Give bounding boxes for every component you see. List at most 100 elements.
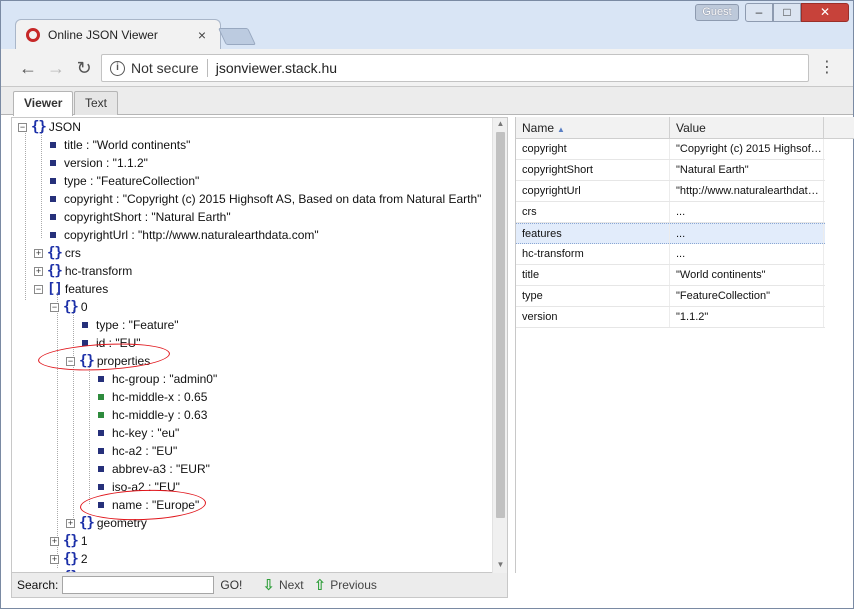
go-button[interactable]: GO!: [220, 578, 242, 592]
grid-row[interactable]: copyright"Copyright (c) 2015 Highsoft AS…: [516, 139, 825, 160]
tab-close-icon[interactable]: ×: [194, 27, 210, 43]
previous-button[interactable]: Previous: [330, 578, 377, 592]
grid-row[interactable]: version "1.1.2": [516, 307, 825, 328]
tree-node-item-1[interactable]: + {} 1: [50, 532, 88, 550]
tree-node-item-2[interactable]: + {} 2: [50, 550, 88, 568]
tab-text[interactable]: Text: [74, 91, 119, 115]
string-value-icon: [82, 322, 88, 328]
expand-icon[interactable]: +: [50, 554, 59, 564]
tree-leaf[interactable]: version : "1.1.2": [50, 154, 148, 172]
tree-leaf[interactable]: copyrightUrl : "http://www.naturalearthd…: [50, 226, 319, 244]
expand-icon[interactable]: +: [50, 536, 59, 546]
tree-leaf-label: copyright : "Copyright (c) 2015 Highsoft…: [64, 192, 482, 206]
grid-row[interactable]: copyrightShort "Natural Earth": [516, 160, 825, 181]
tab-viewer[interactable]: Viewer: [13, 91, 74, 116]
grid-cell-value: ...: [670, 224, 824, 244]
string-value-icon: [98, 484, 104, 490]
back-arrow-icon[interactable]: ←: [17, 57, 39, 79]
grid-row[interactable]: features...: [516, 223, 825, 244]
tree-leaf[interactable]: hc-group : "admin0": [98, 370, 217, 388]
scrollbar-thumb[interactable]: [496, 132, 505, 518]
tree-leaf-label: type : "FeatureCollection": [64, 174, 200, 188]
tree-node-label: JSON: [48, 120, 81, 134]
grid-cell-name: copyrightUrl: [516, 181, 670, 201]
expand-icon[interactable]: +: [34, 248, 43, 258]
tree-leaf[interactable]: abbrev-a3 : "EUR": [98, 460, 210, 478]
new-tab-button[interactable]: [218, 28, 256, 45]
collapse-icon[interactable]: −: [18, 122, 27, 132]
close-window-button[interactable]: ✕: [801, 3, 849, 22]
grid-cell-value: "http://www.naturalearthdata.com": [670, 181, 824, 201]
tree-scrollbar[interactable]: ▲ ▼: [492, 118, 507, 573]
tree-guide-line: [57, 292, 58, 568]
up-arrow-icon[interactable]: ⇧: [314, 576, 327, 594]
grid-row[interactable]: copyrightUrl "http://www.naturalearthdata…: [516, 181, 825, 202]
string-value-icon: [50, 214, 56, 220]
address-bar[interactable]: i Not secure jsonviewer.stack.hu: [101, 54, 809, 82]
tree-leaf-label: copyrightShort : "Natural Earth": [64, 210, 231, 224]
browser-toolbar: ← → ↻ i Not secure jsonviewer.stack.hu ⋮: [1, 49, 853, 87]
tree-leaf[interactable]: type : "Feature": [82, 316, 179, 334]
tree-leaf-label: hc-a2 : "EU": [112, 444, 178, 458]
grid-row[interactable]: crs...: [516, 202, 825, 223]
expand-icon[interactable]: +: [66, 518, 75, 528]
down-arrow-icon[interactable]: ⇩: [262, 576, 275, 594]
string-value-icon: [50, 196, 56, 202]
string-value-icon: [98, 376, 104, 382]
sort-ascending-icon: ▲: [557, 125, 565, 134]
forward-arrow-icon[interactable]: →: [45, 57, 67, 79]
tree-leaf[interactable]: copyrightShort : "Natural Earth": [50, 208, 231, 226]
tree-guide-line: [89, 364, 90, 504]
grid-cell-name: type: [516, 286, 670, 306]
grid-row[interactable]: hc-transform...: [516, 244, 825, 265]
array-icon: []: [47, 281, 63, 297]
column-header-name[interactable]: Name ▲: [516, 117, 670, 139]
reload-icon[interactable]: ↻: [73, 57, 95, 79]
tree-leaf[interactable]: title : "World continents": [50, 136, 190, 154]
collapse-icon[interactable]: −: [50, 302, 59, 312]
tree-leaf[interactable]: hc-a2 : "EU": [98, 442, 177, 460]
info-icon[interactable]: i: [110, 60, 125, 76]
number-value-icon: [98, 394, 104, 400]
search-input[interactable]: [62, 576, 215, 594]
url-text[interactable]: jsonviewer.stack.hu: [216, 60, 337, 76]
tree-leaf[interactable]: hc-key : "eu": [98, 424, 179, 442]
grid-cell-name: features: [516, 224, 670, 244]
tree-node-features[interactable]: − [] features: [34, 280, 108, 298]
tree-leaf[interactable]: type : "FeatureCollection": [50, 172, 199, 190]
grid-row[interactable]: title "World continents": [516, 265, 825, 286]
scroll-down-icon[interactable]: ▼: [496, 560, 505, 570]
minimize-button[interactable]: –: [745, 3, 773, 22]
object-icon: {}: [63, 551, 79, 567]
grid-cell-value: ...: [670, 202, 824, 222]
column-header-value[interactable]: Value: [670, 117, 824, 139]
tree-leaf[interactable]: copyright : "Copyright (c) 2015 Highsoft…: [50, 190, 481, 208]
tree-node-item-0[interactable]: − {} 0: [50, 298, 88, 316]
object-icon: {}: [63, 533, 79, 549]
collapse-icon[interactable]: −: [34, 284, 43, 294]
tree-guide-line: [41, 130, 42, 238]
browser-tab[interactable]: Online JSON Viewer ×: [15, 19, 221, 49]
tree-node-crs[interactable]: + {} crs: [34, 244, 81, 262]
grid-cell-value: "Natural Earth": [670, 160, 824, 180]
favicon-icon: [26, 27, 40, 42]
tree-leaf[interactable]: hc-middle-x : 0.65: [98, 388, 207, 406]
kebab-menu-icon[interactable]: ⋮: [819, 58, 835, 78]
title-bar: Online JSON Viewer × Guest – □ ✕: [1, 1, 853, 49]
tree-node-hc-transform[interactable]: + {} hc-transform: [34, 262, 132, 280]
tree-leaf-label: type : "Feature": [96, 318, 179, 332]
object-icon: {}: [79, 515, 95, 531]
guest-profile-badge[interactable]: Guest: [695, 4, 739, 21]
grid-row[interactable]: type "FeatureCollection": [516, 286, 825, 307]
grid-cell-value: "Copyright (c) 2015 Highsoft AS, Based o…: [670, 139, 824, 159]
scroll-up-icon[interactable]: ▲: [496, 119, 505, 129]
next-button[interactable]: Next: [279, 578, 304, 592]
json-tree-pane[interactable]: − {} JSON title : "World continents" ver…: [11, 117, 508, 573]
grid-cell-value: ...: [670, 244, 824, 264]
maximize-button[interactable]: □: [773, 3, 801, 22]
expand-icon[interactable]: +: [34, 266, 43, 276]
tree-node-root[interactable]: − {} JSON: [18, 118, 81, 136]
tree-leaf-label: hc-middle-y : 0.63: [112, 408, 208, 422]
viewer-tab-strip: Viewer Text: [1, 87, 853, 116]
tree-leaf[interactable]: hc-middle-y : 0.63: [98, 406, 207, 424]
